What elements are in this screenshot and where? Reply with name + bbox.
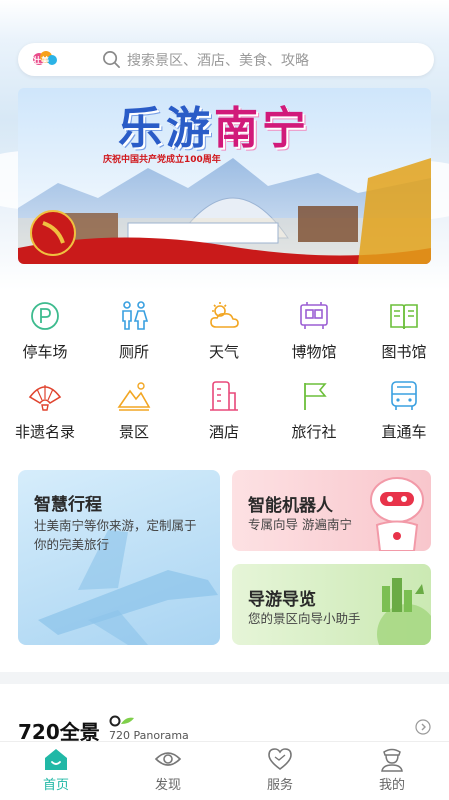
search-icon bbox=[103, 51, 120, 68]
card-description: 壮美南宁等你来游，定制属于你的完美旅行 bbox=[34, 518, 197, 552]
tour-guide-card[interactable]: 导游导览 您的景区向导小助手 bbox=[232, 564, 431, 645]
tab-label: 我的 bbox=[378, 778, 405, 793]
service-grid: 停车场 厕所 天气 博物馆 图书馆 非遗名录 景区 酒店 旅行社 直通车 bbox=[0, 290, 449, 450]
card-description: 专属向导 游遍南宁 bbox=[248, 517, 352, 532]
tab-label: 发现 bbox=[154, 778, 181, 793]
service-label: 旅行社 bbox=[291, 423, 337, 441]
bottom-tab-bar: 首页 发现 服务 我的 bbox=[0, 741, 449, 800]
service-shuttle-bus[interactable]: 直通车 bbox=[359, 375, 449, 447]
museum-icon bbox=[300, 302, 328, 329]
service-toilet[interactable]: 厕所 bbox=[89, 295, 179, 367]
service-scenic[interactable]: 景区 bbox=[89, 375, 179, 447]
service-weather[interactable]: 天气 bbox=[179, 295, 269, 367]
tab-mine[interactable]: 我的 bbox=[336, 742, 448, 800]
card-title: 智慧行程 bbox=[34, 495, 102, 515]
service-hotel[interactable]: 酒店 bbox=[179, 375, 269, 447]
heritage-fan-icon bbox=[28, 385, 62, 411]
service-label: 非遗名录 bbox=[14, 423, 75, 441]
banner-title-part2: 南宁 bbox=[214, 103, 310, 154]
service-museum[interactable]: 博物馆 bbox=[269, 295, 359, 367]
smart-trip-card[interactable]: 智慧行程 壮美南宁等你来游，定制属于你的完美旅行 bbox=[18, 470, 220, 645]
banner-subtitle: 庆祝中国共产党成立100周年 bbox=[103, 155, 221, 165]
card-title: 导游导览 bbox=[248, 590, 316, 610]
card-title: 智能机器人 bbox=[248, 496, 333, 516]
service-label: 博物馆 bbox=[291, 343, 337, 361]
service-library[interactable]: 图书馆 bbox=[359, 295, 449, 367]
service-label: 天气 bbox=[208, 343, 239, 361]
service-label: 图书馆 bbox=[381, 343, 427, 361]
scenic-mountain-icon bbox=[117, 382, 151, 411]
banner-title: 乐游南宁 bbox=[118, 92, 310, 156]
service-label: 酒店 bbox=[208, 423, 239, 441]
heart-icon bbox=[268, 748, 292, 770]
tab-label: 首页 bbox=[42, 778, 69, 793]
weather-icon bbox=[210, 302, 239, 328]
service-heritage[interactable]: 非遗名录 bbox=[0, 375, 90, 447]
panorama-badge-icon bbox=[109, 715, 134, 727]
flag-icon bbox=[304, 383, 327, 410]
tab-discover[interactable]: 发现 bbox=[112, 742, 224, 800]
user-icon bbox=[381, 748, 403, 772]
search-input[interactable]: 搜索景区、酒店、美食、攻略 bbox=[127, 50, 309, 70]
bus-icon bbox=[391, 381, 417, 410]
eye-icon bbox=[154, 752, 182, 766]
service-label: 停车场 bbox=[22, 343, 68, 361]
home-icon bbox=[45, 749, 67, 770]
card-description: 您的景区向导小助手 bbox=[248, 611, 361, 626]
tab-services[interactable]: 服务 bbox=[224, 742, 336, 800]
service-travel-agency[interactable]: 旅行社 bbox=[269, 375, 359, 447]
search-bar[interactable]: 壮美 搜索景区、酒店、美食、攻略 bbox=[18, 43, 434, 76]
service-label: 厕所 bbox=[118, 343, 149, 361]
section-divider bbox=[0, 672, 449, 684]
toilet-icon bbox=[122, 301, 149, 330]
hotel-icon bbox=[210, 381, 238, 411]
tab-home[interactable]: 首页 bbox=[0, 742, 112, 800]
library-icon bbox=[390, 304, 418, 330]
promo-banner[interactable]: 乐游南宁 庆祝中国共产党成立100周年 bbox=[18, 88, 431, 264]
city-logo-icon: 壮美 bbox=[33, 51, 57, 65]
service-label: 直通车 bbox=[381, 423, 427, 441]
parking-icon bbox=[31, 302, 59, 330]
chevron-right-icon[interactable] bbox=[415, 719, 431, 735]
service-parking[interactable]: 停车场 bbox=[0, 295, 90, 367]
banner-title-part1: 乐游 bbox=[118, 103, 214, 154]
service-label: 景区 bbox=[118, 423, 149, 441]
tab-label: 服务 bbox=[266, 778, 293, 793]
smart-robot-card[interactable]: 智能机器人 专属向导 游遍南宁 bbox=[232, 470, 431, 551]
logo-text: 壮美 bbox=[33, 55, 50, 65]
